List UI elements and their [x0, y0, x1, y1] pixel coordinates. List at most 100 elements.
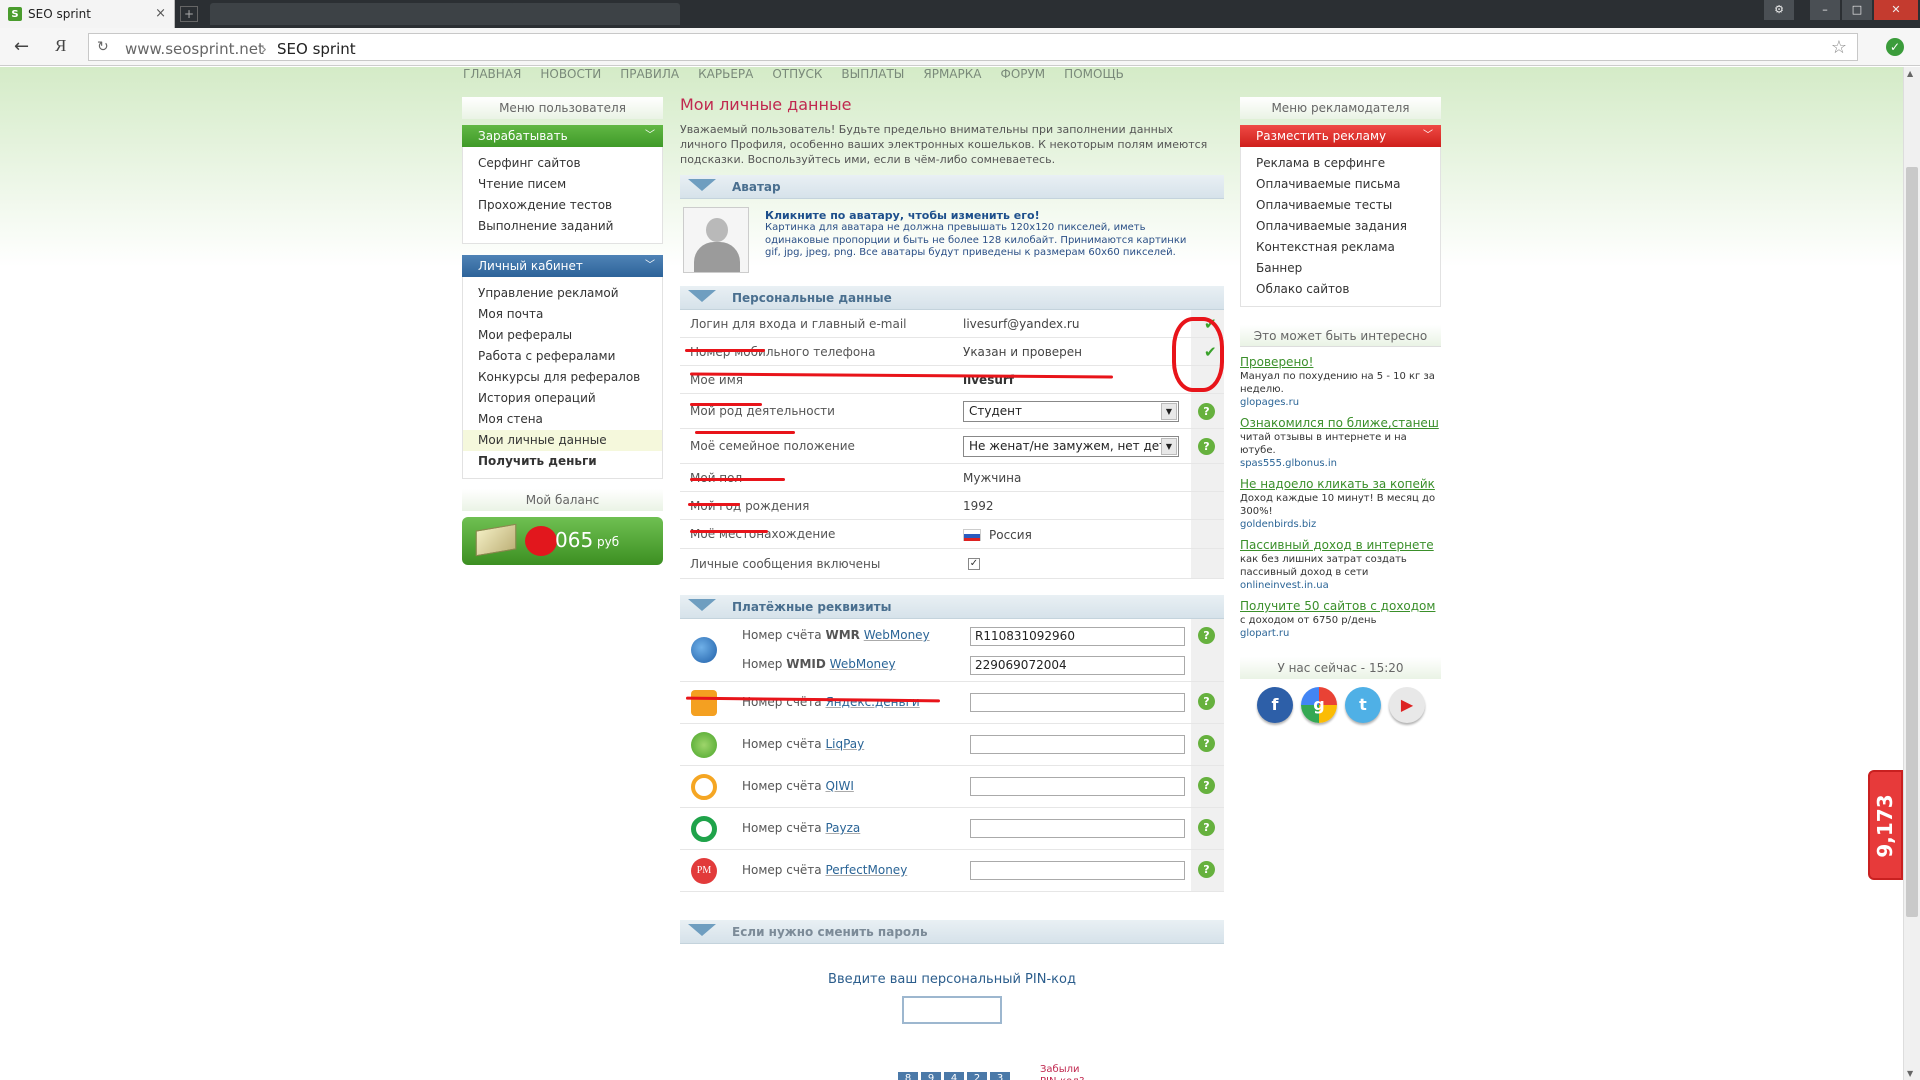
sidebar-item-paid-letters[interactable]: Оплачиваемые письма	[1241, 174, 1440, 195]
sidebar-item-wall[interactable]: Моя стена	[463, 409, 662, 430]
webmoney-link[interactable]: WebMoney	[830, 657, 896, 671]
sidebar-item-referral-contests[interactable]: Конкурсы для рефералов	[463, 367, 662, 388]
cabinet-menu-header[interactable]: Личный кабинет ﹀	[462, 255, 663, 277]
chevron-down-icon[interactable]: ﹀	[1423, 125, 1433, 147]
facebook-icon[interactable]: f	[1257, 687, 1293, 723]
ad-title-link[interactable]: Не надоело кликать за копейк	[1240, 477, 1441, 491]
nav-link-rules[interactable]: ПРАВИЛА	[620, 67, 679, 83]
ad-url[interactable]: glopart.ru	[1240, 628, 1441, 639]
chevron-down-icon[interactable]: ▼	[1161, 438, 1177, 455]
pin-key[interactable]: 9	[921, 1072, 941, 1080]
pin-key[interactable]: 4	[944, 1072, 964, 1080]
help-icon[interactable]: ?	[1198, 403, 1215, 420]
sidebar-item-referrals[interactable]: Мои рефералы	[463, 325, 662, 346]
nav-link-help[interactable]: ПОМОЩЬ	[1064, 67, 1124, 83]
help-icon[interactable]: ?	[1198, 861, 1215, 878]
marital-select[interactable]: Не женат/не замужем, нет дете ▼	[963, 436, 1179, 457]
wmid-input[interactable]: 229069072004	[970, 656, 1185, 675]
sidebar-item-context-ads[interactable]: Контекстная реклама	[1241, 237, 1440, 258]
maximize-button[interactable]: □	[1842, 0, 1872, 20]
pin-key[interactable]: 3	[990, 1072, 1010, 1080]
scroll-down-icon[interactable]: ▼	[1907, 1069, 1913, 1078]
chevron-down-icon[interactable]: ﹀	[645, 255, 655, 277]
avatar-section-header[interactable]: Аватар	[680, 175, 1224, 199]
ad-title-link[interactable]: Пассивный доход в интернете	[1240, 538, 1441, 552]
nav-link-vacation[interactable]: ОТПУСК	[772, 67, 822, 83]
extension-icon[interactable]: ✓	[1886, 38, 1904, 56]
payza-input[interactable]	[970, 819, 1185, 838]
help-icon[interactable]: ?	[1198, 735, 1215, 752]
qiwi-input[interactable]	[970, 777, 1185, 796]
help-icon[interactable]: ?	[1198, 438, 1215, 455]
sidebar-item-get-money[interactable]: Получить деньги	[463, 451, 662, 472]
qiwi-link[interactable]: QIWI	[825, 779, 853, 793]
messages-checkbox[interactable]: ✓	[968, 558, 980, 570]
payment-section-header[interactable]: Платёжные реквизиты	[680, 595, 1224, 619]
sidebar-item-tasks[interactable]: Выполнение заданий	[463, 216, 662, 237]
ad-title-link[interactable]: Проверено!	[1240, 355, 1441, 369]
occupation-select[interactable]: Студент ▼	[963, 401, 1179, 422]
ad-title-link[interactable]: Получите 50 сайтов с доходом	[1240, 599, 1441, 613]
sidebar-item-personal-data[interactable]: Мои личные данные	[463, 430, 662, 451]
sidebar-item-history[interactable]: История операций	[463, 388, 662, 409]
scroll-thumb[interactable]	[1906, 167, 1918, 917]
help-icon[interactable]: ?	[1198, 693, 1215, 710]
scroll-up-icon[interactable]: ▲	[1907, 69, 1913, 78]
tab-background[interactable]	[355, 3, 515, 25]
new-tab-button[interactable]: +	[180, 6, 198, 22]
sidebar-item-ad-management[interactable]: Управление рекламой	[463, 283, 662, 304]
pin-key[interactable]: 2	[967, 1072, 987, 1080]
url-input[interactable]: ↻ www.seosprint.net › SEO sprint ☆	[88, 33, 1858, 61]
earn-menu-header[interactable]: Зарабатывать ﹀	[462, 125, 663, 147]
yandex-input[interactable]	[970, 693, 1185, 712]
place-ad-header[interactable]: Разместить рекламу ﹀	[1240, 125, 1441, 147]
sidebar-item-sites-cloud[interactable]: Облако сайтов	[1241, 279, 1440, 300]
nav-link-news[interactable]: НОВОСТИ	[540, 67, 601, 83]
close-window-button[interactable]: ✕	[1874, 0, 1918, 20]
ad-url[interactable]: onlineinvest.in.ua	[1240, 580, 1441, 591]
nav-link-forum[interactable]: ФОРУМ	[1000, 67, 1045, 83]
sidebar-item-surf-ads[interactable]: Реклама в серфинге	[1241, 153, 1440, 174]
youtube-icon[interactable]: ▶	[1389, 687, 1425, 723]
nav-link-payouts[interactable]: ВЫПЛАТЫ	[841, 67, 904, 83]
password-section-header[interactable]: Если нужно сменить пароль	[680, 920, 1224, 944]
sidebar-item-banner[interactable]: Баннер	[1241, 258, 1440, 279]
nav-link-career[interactable]: КАРЬЕРА	[698, 67, 753, 83]
forgot-pin-link[interactable]: Забыли PIN-код?	[1040, 1064, 1090, 1080]
yandex-money-link[interactable]: Яндекс.деньги	[825, 695, 919, 709]
sidebar-item-paid-tasks[interactable]: Оплачиваемые задания	[1241, 216, 1440, 237]
ad-url[interactable]: spas555.glbonus.in	[1240, 458, 1441, 469]
settings-icon[interactable]: ⚙	[1764, 0, 1794, 20]
yandex-icon[interactable]: Я	[55, 36, 66, 56]
help-icon[interactable]: ?	[1198, 777, 1215, 794]
sidebar-item-mail[interactable]: Моя почта	[463, 304, 662, 325]
page-scrollbar[interactable]: ▲ ▼	[1903, 67, 1920, 1080]
help-icon[interactable]: ?	[1198, 627, 1215, 644]
chevron-down-icon[interactable]: ﹀	[645, 125, 655, 147]
sidebar-item-surfing[interactable]: Серфинг сайтов	[463, 153, 662, 174]
tab-background[interactable]	[510, 3, 680, 25]
avatar-image[interactable]	[683, 207, 749, 273]
side-counter-widget[interactable]: 9,173	[1868, 770, 1903, 880]
sidebar-item-reading-letters[interactable]: Чтение писем	[463, 174, 662, 195]
sidebar-item-tests[interactable]: Прохождение тестов	[463, 195, 662, 216]
liqpay-link[interactable]: LiqPay	[825, 737, 864, 751]
chevron-down-icon[interactable]: ▼	[1161, 403, 1177, 420]
nav-link-main[interactable]: ГЛАВНАЯ	[463, 67, 521, 83]
payza-link[interactable]: Payza	[825, 821, 860, 835]
personal-section-header[interactable]: Персональные данные	[680, 286, 1224, 310]
bookmark-star-icon[interactable]: ☆	[1831, 37, 1847, 58]
tab-seo-sprint[interactable]: S SEO sprint ×	[0, 0, 175, 28]
ad-url[interactable]: glopages.ru	[1240, 397, 1441, 408]
reload-icon[interactable]: ↻	[97, 39, 109, 55]
ad-url[interactable]: goldenbirds.biz	[1240, 519, 1441, 530]
ad-title-link[interactable]: Ознакомился по ближе,станеш	[1240, 416, 1441, 430]
back-arrow-icon[interactable]: ←	[14, 36, 29, 57]
perfectmoney-link[interactable]: PerfectMoney	[825, 863, 907, 877]
help-icon[interactable]: ?	[1198, 819, 1215, 836]
minimize-button[interactable]: –	[1810, 0, 1840, 20]
nav-link-fair[interactable]: ЯРМАРКА	[923, 67, 981, 83]
webmoney-link[interactable]: WebMoney	[864, 628, 930, 642]
pin-key[interactable]: 8	[898, 1072, 918, 1080]
sidebar-item-paid-tests[interactable]: Оплачиваемые тесты	[1241, 195, 1440, 216]
